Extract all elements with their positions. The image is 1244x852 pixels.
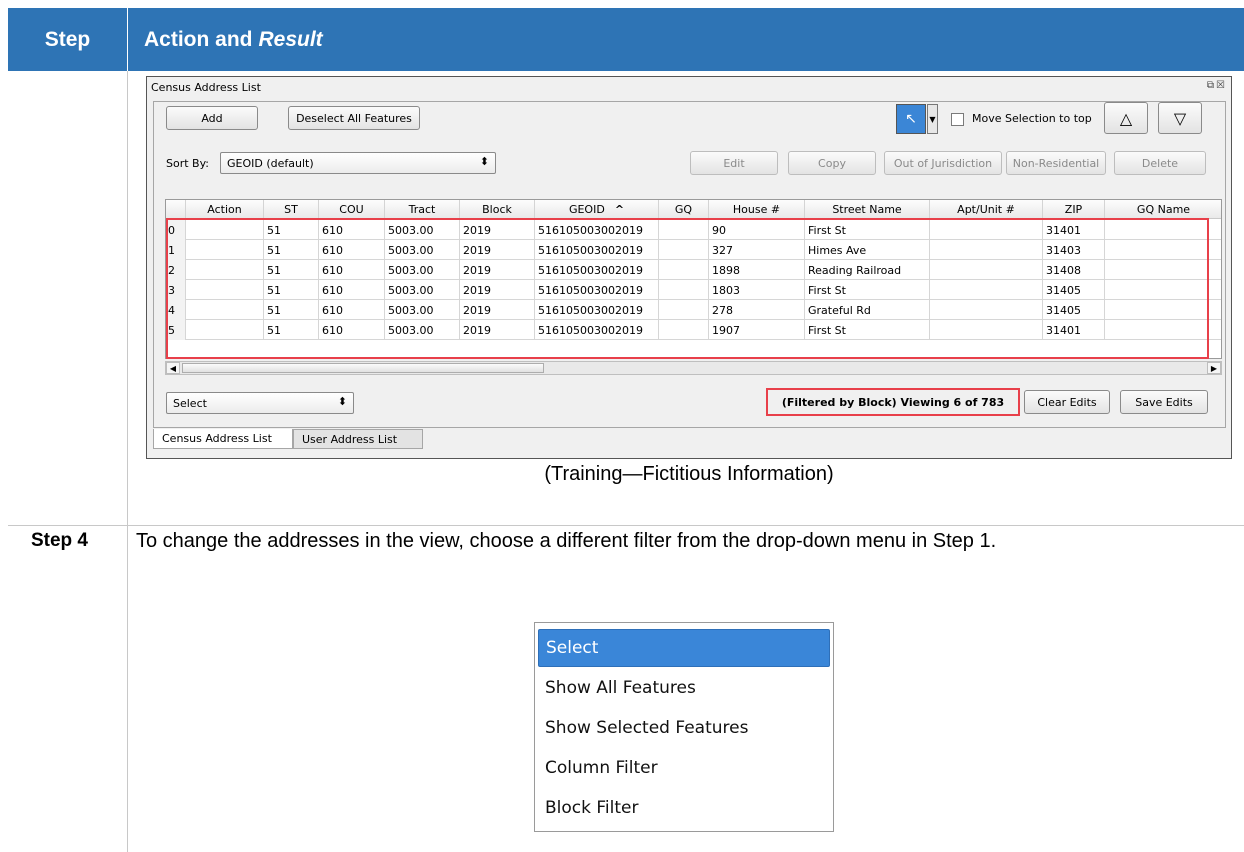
updown-arrows-icon: ⬍: [479, 155, 489, 168]
header-step: Step: [44, 27, 91, 51]
copy-button[interactable]: Copy: [788, 151, 876, 175]
tab-user-address-list[interactable]: User Address List: [293, 429, 423, 449]
sort-by-select[interactable]: GEOID (default) ⬍: [220, 152, 496, 174]
rows-highlight-box: [166, 218, 1209, 359]
close-icon[interactable]: ☒: [1216, 80, 1227, 91]
save-edits-button[interactable]: Save Edits: [1120, 390, 1208, 414]
out-of-jurisdiction-button[interactable]: Out of Jurisdiction: [884, 151, 1002, 175]
triangle-up-icon: △: [1119, 108, 1133, 128]
sort-by-value: GEOID (default): [227, 156, 314, 170]
dropdown-item[interactable]: Column Filter: [538, 749, 830, 787]
window-title: Census Address List: [151, 81, 261, 94]
header-divider: [127, 8, 128, 71]
column-header[interactable]: Tract: [385, 200, 460, 219]
scroll-right-icon[interactable]: ▶: [1207, 362, 1221, 374]
clear-edits-button[interactable]: Clear Edits: [1024, 390, 1110, 414]
step-4-label: Step 4: [30, 530, 89, 551]
column-header[interactable]: Street Name: [805, 200, 930, 219]
scroll-left-icon[interactable]: ◀: [166, 362, 180, 374]
window-controls: ⧉☒: [1207, 80, 1227, 91]
select-features-icon[interactable]: ↖: [896, 104, 926, 134]
column-header[interactable]: Block: [460, 200, 535, 219]
dropdown-item[interactable]: Show Selected Features: [538, 709, 830, 747]
filter-status-text: (Filtered by Block) Viewing 6 of 783: [766, 388, 1020, 416]
column-header[interactable]: GQ Name: [1105, 200, 1221, 219]
sort-ascending-icon: ^: [614, 203, 625, 216]
table-header: Step Action and Result: [8, 8, 1244, 71]
tab-census-address-list[interactable]: Census Address List: [153, 429, 293, 449]
delete-button[interactable]: Delete: [1114, 151, 1206, 175]
address-list-panel: Add Deselect All Features ↖ ▼ Move Selec…: [153, 101, 1226, 428]
column-header[interactable]: Action: [186, 200, 264, 219]
non-residential-button[interactable]: Non-Residential: [1006, 151, 1106, 175]
triangle-down-icon: ▽: [1173, 108, 1187, 128]
header-action-label: Action and: [144, 27, 253, 51]
column-header-label: GEOID: [568, 203, 605, 216]
grid-header: Action ST COU Tract Block GEOID ^ GQ House # Str…: [166, 200, 1221, 219]
column-header[interactable]: ST: [264, 200, 319, 219]
deselect-all-features-button[interactable]: Deselect All Features: [288, 106, 420, 130]
column-header[interactable]: House #: [709, 200, 805, 219]
edit-button[interactable]: Edit: [690, 151, 778, 175]
dropdown-item[interactable]: Select: [538, 629, 830, 667]
row-divider: [8, 525, 1244, 526]
float-icon[interactable]: ⧉: [1207, 80, 1216, 91]
move-down-button[interactable]: ▽: [1158, 102, 1202, 134]
column-header[interactable]: Apt/Unit #: [930, 200, 1043, 219]
updown-arrows-icon: ⬍: [337, 395, 347, 408]
add-button[interactable]: Add: [166, 106, 258, 130]
filter-dropdown-menu: Select Show All Features Show Selected Fea…: [534, 622, 834, 832]
header-result-label: Result: [258, 27, 323, 51]
column-header[interactable]: GEOID ^: [535, 200, 659, 219]
filter-select[interactable]: Select ⬍: [166, 392, 354, 414]
dropdown-item[interactable]: Show All Features: [538, 669, 830, 707]
census-address-list-window: Census Address List ⧉☒ Add Deselect All …: [146, 76, 1232, 459]
column-divider: [127, 71, 128, 852]
step-4-instruction: To change the addresses in the view, cho…: [136, 530, 997, 552]
column-header[interactable]: ZIP: [1043, 200, 1105, 219]
column-header[interactable]: GQ: [659, 200, 709, 219]
horizontal-scrollbar[interactable]: ◀ ▶: [165, 361, 1222, 375]
move-selection-label: Move Selection to top: [972, 112, 1092, 125]
sort-by-label: Sort By:: [166, 157, 210, 170]
column-header[interactable]: COU: [319, 200, 385, 219]
grid-corner[interactable]: [166, 200, 186, 219]
scrollbar-thumb[interactable]: [182, 363, 544, 373]
select-tool-dropdown-icon[interactable]: ▼: [927, 104, 938, 134]
header-action-result: Action and Result: [144, 8, 323, 71]
dropdown-item[interactable]: Block Filter: [538, 789, 830, 827]
figure-caption: (Training—Fictitious Information): [544, 463, 834, 485]
filter-select-value: Select: [173, 396, 207, 410]
move-selection-checkbox[interactable]: [951, 113, 964, 126]
move-up-button[interactable]: △: [1104, 102, 1148, 134]
